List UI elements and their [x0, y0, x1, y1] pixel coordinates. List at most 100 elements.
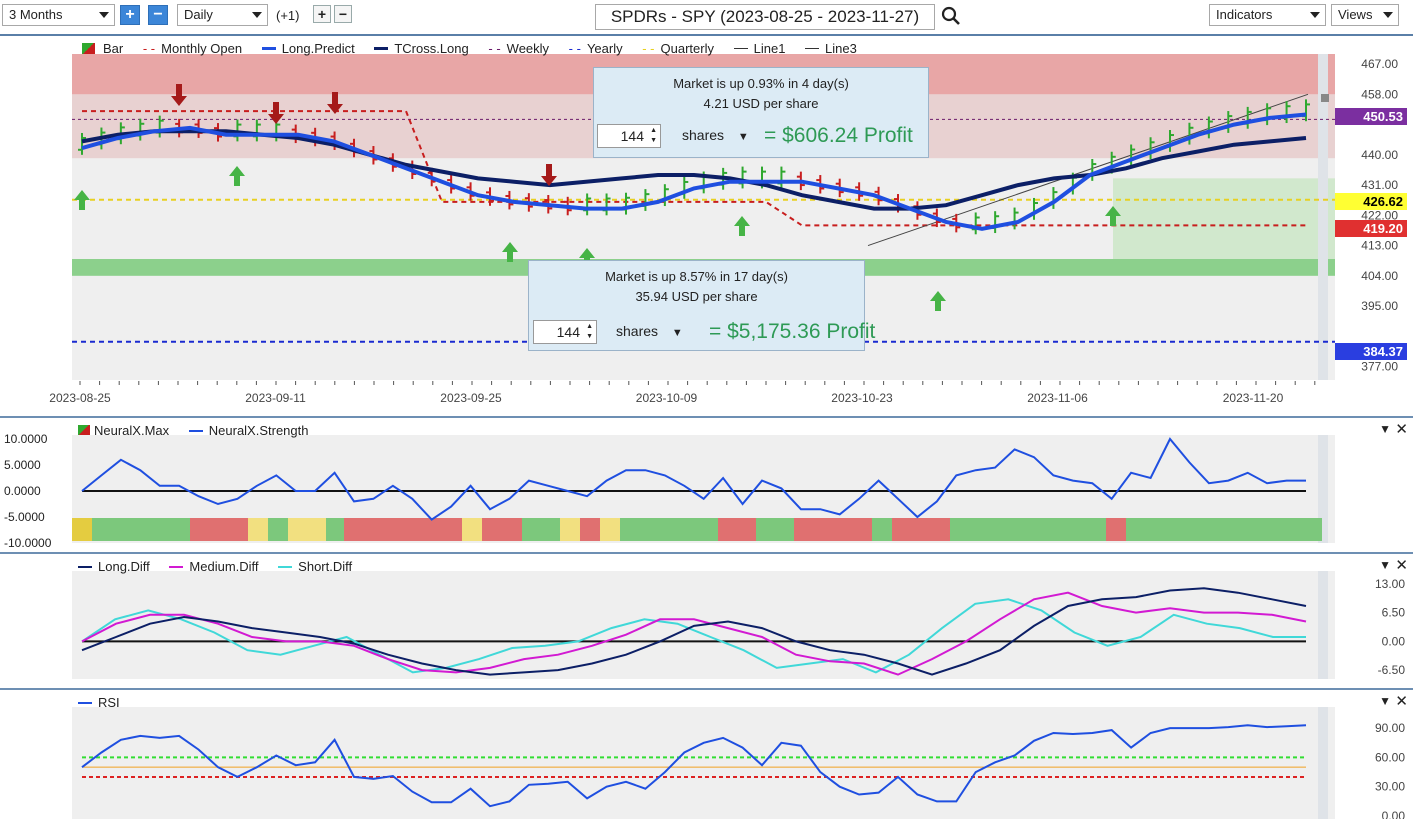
x-tick-label: 2023-09-25	[440, 391, 502, 405]
close-icon[interactable]: ✕	[1395, 420, 1408, 438]
signal-strip-segment	[872, 518, 892, 541]
chart-title[interactable]: SPDRs - SPY (2023-08-25 - 2023-11-27)	[595, 4, 935, 30]
legend-short-diff: Short.Diff	[278, 559, 352, 574]
y-tick-label: 0.00	[1382, 634, 1406, 648]
interval-select[interactable]: Daily	[177, 4, 268, 26]
signal-strip-segment	[326, 518, 344, 541]
signal-strip-segment	[268, 518, 288, 541]
tooltip-top-line2: 4.21 USD per share	[703, 96, 819, 111]
search-icon[interactable]	[941, 6, 961, 29]
x-tick-label: 2023-10-23	[831, 391, 893, 405]
remove-button[interactable]: −	[334, 5, 352, 23]
y-tick-label: -6.50	[1378, 663, 1406, 677]
signal-strip-segment	[756, 518, 794, 541]
pane-divider[interactable]	[0, 416, 1413, 418]
views-select[interactable]: Views	[1331, 4, 1399, 26]
signal-strip-segment	[462, 518, 482, 541]
signal-strip-segment	[72, 518, 92, 541]
x-tick-label: 2023-11-06	[1027, 391, 1088, 405]
signal-strip-segment	[892, 518, 950, 541]
collapse-icon[interactable]: ▼	[1379, 558, 1391, 572]
profit-value-top: = $606.24 Profit	[764, 124, 913, 147]
toolbar: 3 Months + − Daily (+1) + − SPDRs - SPY …	[0, 0, 1413, 36]
legend-long-predict: Long.Predict	[261, 41, 355, 56]
support-zone-light	[1113, 178, 1335, 263]
shares-dropdown-top[interactable]: shares ▼	[682, 127, 749, 143]
signal-strip-segment	[288, 518, 326, 541]
diff-legend: Long.Diff Medium.Diff Short.Diff	[78, 559, 368, 574]
rsi-legend: RSI	[78, 695, 136, 710]
y-tick-label: 440.00	[1361, 148, 1398, 162]
x-tick-label: 2023-11-20	[1223, 391, 1284, 405]
y-tick-label: 0.00	[1382, 809, 1406, 819]
shares-spinner-bottom[interactable]: 144 ▲ ▼	[533, 320, 597, 344]
rsi-chart[interactable]: 90.00 60.00 30.00 0.00	[0, 691, 1413, 822]
legend-line1: Line1	[733, 41, 785, 56]
period-value: 3 Months	[9, 7, 63, 22]
price-tag-line1: 450.53	[1335, 108, 1407, 125]
chevron-down-icon	[1310, 12, 1320, 18]
diff-chart[interactable]: 13.00 6.50 0.00 -6.50	[0, 555, 1413, 688]
price-tag-monthly-open: 419.20	[1335, 220, 1407, 237]
rsi-scrollbar	[1318, 707, 1328, 822]
pane-divider[interactable]	[0, 552, 1413, 554]
signal-strip-segment	[522, 518, 560, 541]
close-icon[interactable]: ✕	[1395, 556, 1408, 574]
indicators-select[interactable]: Indicators	[1209, 4, 1326, 26]
x-tick-label: 2023-08-25	[49, 391, 111, 405]
legend-tcross-long: TCross.Long	[374, 41, 469, 56]
legend-long-diff: Long.Diff	[78, 559, 150, 574]
y-tick-label: 404.00	[1361, 269, 1398, 283]
indicators-label: Indicators	[1216, 7, 1273, 22]
chevron-down-icon: ▼	[671, 327, 683, 339]
legend-yearly: - - Yearly	[568, 41, 623, 56]
legend-rsi: RSI	[78, 695, 120, 710]
x-tick-label: 2023-10-09	[636, 391, 698, 405]
price-pane: 467.00 458.00 440.00 431.00 422.00 413.00 404.…	[0, 36, 1413, 416]
legend-weekly: - - Weekly	[488, 41, 550, 56]
y-tick-label: 395.00	[1361, 299, 1398, 313]
close-icon[interactable]: ✕	[1395, 692, 1408, 710]
y-tick-label: 60.00	[1375, 750, 1405, 764]
signal-strip-segment	[794, 518, 872, 541]
tooltip-bottom-line2: 35.94 USD per share	[635, 289, 758, 304]
pane-divider[interactable]	[0, 688, 1413, 690]
y-tick-label: 30.00	[1375, 780, 1405, 794]
spinner-arrows-icon: ▲ ▼	[586, 323, 593, 340]
add-button[interactable]: +	[313, 5, 331, 23]
price-scrollbar	[1318, 54, 1328, 380]
legend-quarterly: - - Quarterly	[642, 41, 714, 56]
legend-line3: Line3	[805, 41, 857, 56]
signal-strip-segment	[190, 518, 248, 541]
offset-label: (+1)	[276, 8, 300, 23]
period-select[interactable]: 3 Months	[2, 4, 115, 26]
signal-strip-segment	[1106, 518, 1126, 541]
zoom-out-button[interactable]: −	[148, 5, 168, 25]
y-tick-label: 431.00	[1361, 178, 1398, 192]
y-tick-label: 13.00	[1375, 577, 1405, 591]
tooltip-top-line1: Market is up 0.93% in 4 day(s)	[673, 76, 849, 91]
signal-strip-segment	[1126, 518, 1322, 541]
neuralx-legend: NeuralX.Max NeuralX.Strength	[78, 423, 325, 438]
zoom-in-button[interactable]: +	[120, 5, 140, 25]
signal-strip-segment	[620, 518, 718, 541]
signal-strip-segment	[482, 518, 522, 541]
y-tick-label: 458.00	[1361, 87, 1398, 101]
signal-strip-segment	[950, 518, 1106, 541]
shares-spinner-top[interactable]: 144 ▲ ▼	[597, 124, 661, 148]
y-tick-label: 0.0000	[4, 484, 41, 498]
collapse-icon[interactable]: ▼	[1379, 422, 1391, 436]
shares-dropdown-bottom[interactable]: shares ▼	[616, 323, 683, 339]
profit-tooltip-bottom: Market is up 8.57% in 17 day(s) 35.94 US…	[528, 260, 875, 351]
chevron-down-icon	[99, 12, 109, 18]
neuralx-chart[interactable]: 10.0000 5.0000 0.0000 -5.0000 -10.0000	[0, 419, 1413, 552]
diff-scrollbar	[1318, 571, 1328, 679]
collapse-icon[interactable]: ▼	[1379, 694, 1391, 708]
signal-strip-segment	[718, 518, 756, 541]
x-tick-label: 2023-09-11	[245, 391, 306, 405]
price-tag-quarterly: 426.62	[1335, 193, 1407, 210]
y-tick-label: -5.0000	[4, 510, 45, 524]
legend-monthly-open: - - Monthly Open	[142, 41, 243, 56]
signal-strip-segment	[92, 518, 190, 541]
price-tag-yearly: 384.37	[1335, 343, 1407, 360]
